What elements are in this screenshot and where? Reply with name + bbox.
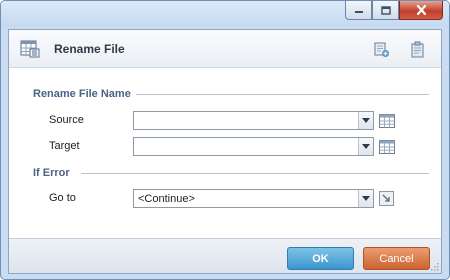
jump-arrow-icon xyxy=(379,191,394,206)
close-icon xyxy=(416,5,426,15)
resize-grip-icon[interactable] xyxy=(430,262,439,271)
minimize-button[interactable] xyxy=(345,1,372,20)
ok-button[interactable]: OK xyxy=(287,247,354,270)
target-label: Target xyxy=(49,140,80,152)
goto-jump-button[interactable] xyxy=(378,190,395,207)
source-combobox[interactable] xyxy=(133,111,374,130)
goto-label: Go to xyxy=(49,192,76,204)
chevron-down-icon xyxy=(362,144,370,149)
title-bar[interactable] xyxy=(1,1,449,27)
rename-section-divider xyxy=(136,94,429,95)
dialog-window: Rename File Rename File Name Source Targ… xyxy=(0,0,450,280)
source-dropdown-button[interactable] xyxy=(358,112,373,129)
grid-icon xyxy=(378,113,395,128)
chevron-down-icon xyxy=(362,196,370,201)
dialog-header: Rename File xyxy=(9,30,441,68)
maximize-button[interactable] xyxy=(372,1,399,20)
close-button[interactable] xyxy=(399,1,443,20)
dialog-footer: OK Cancel xyxy=(9,238,441,273)
error-section-label: If Error xyxy=(33,167,70,179)
add-document-button[interactable] xyxy=(371,39,391,59)
chevron-down-icon xyxy=(362,118,370,123)
table-icon xyxy=(20,40,40,58)
target-grid-button[interactable] xyxy=(378,138,395,155)
source-label: Source xyxy=(49,114,84,126)
goto-dropdown-button[interactable] xyxy=(358,190,373,207)
clipboard-icon xyxy=(411,41,423,57)
add-document-icon xyxy=(374,42,389,57)
rename-section-label: Rename File Name xyxy=(33,88,131,100)
minimize-icon xyxy=(354,11,363,13)
dialog-content: Rename File Rename File Name Source Targ… xyxy=(8,29,442,274)
target-dropdown-button[interactable] xyxy=(358,138,373,155)
window-controls xyxy=(345,1,443,20)
dialog-title: Rename File xyxy=(54,42,125,56)
target-combobox[interactable] xyxy=(133,137,374,156)
cancel-button[interactable]: Cancel xyxy=(363,247,430,270)
maximize-icon xyxy=(380,5,391,15)
goto-value: <Continue> xyxy=(138,193,195,205)
source-grid-button[interactable] xyxy=(378,112,395,129)
clipboard-button[interactable] xyxy=(407,39,427,59)
grid-icon xyxy=(378,139,395,154)
error-section-divider xyxy=(81,173,429,174)
goto-combobox[interactable]: <Continue> xyxy=(133,189,374,208)
